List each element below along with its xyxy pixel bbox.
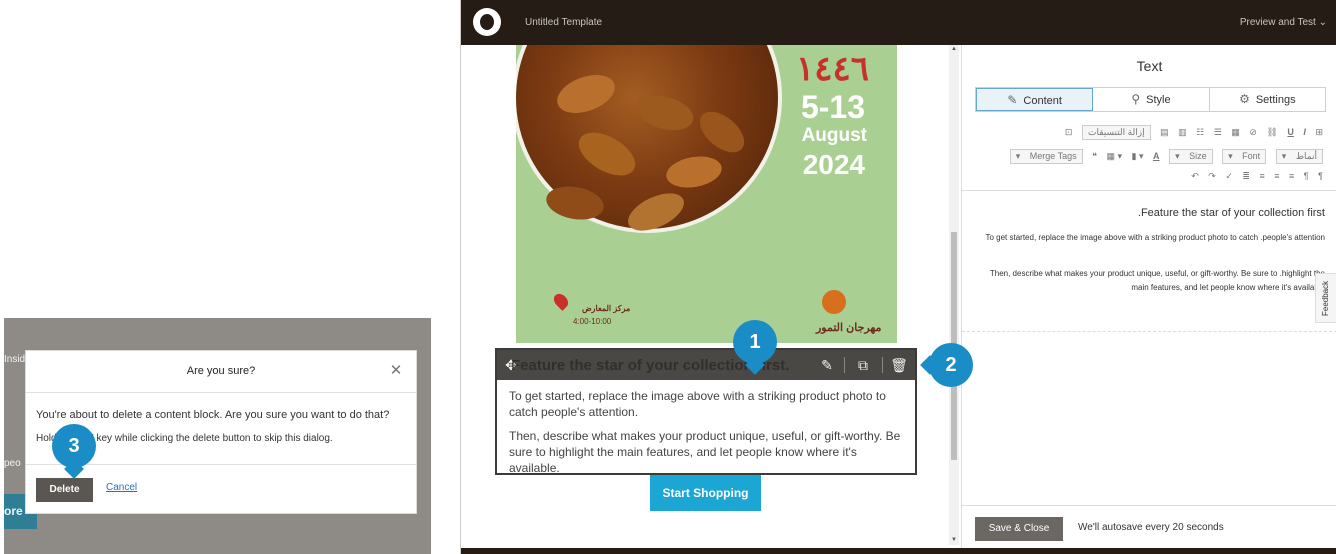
ltr-icon[interactable]: ¶ — [1318, 171, 1323, 181]
align-justify-icon[interactable]: ≣ — [1242, 171, 1250, 182]
close-icon[interactable]: ✕ — [386, 361, 406, 381]
rte-toolbar-row-1: ⊡ إزالة التنسيقات ▤ ▥ ☷ ☰ ▦ ⊘ ⛓ U I ⊞ — [1058, 125, 1323, 140]
code-icon[interactable]: ⊡ — [1065, 127, 1073, 138]
autosave-note: We'll autosave every 20 seconds — [1078, 522, 1224, 533]
align-left-icon[interactable]: ≡ — [1289, 171, 1294, 181]
template-title[interactable]: Untitled Template — [525, 17, 602, 28]
spellcheck-icon[interactable]: ✓ — [1225, 171, 1233, 182]
save-close-button[interactable]: Save & Close — [975, 517, 1063, 541]
block-paragraph-2: Then, describe what makes your product u… — [509, 429, 901, 475]
festival-logo-icon — [822, 290, 846, 314]
poster-festival-name: مهرجان التمور — [816, 322, 882, 334]
callout-marker-1: 1 — [733, 320, 777, 375]
redo-icon[interactable]: ↷ — [1208, 171, 1216, 182]
poster-hours: 4:00-10:00 — [573, 317, 612, 326]
scroll-up-arrow-icon[interactable]: ▲ — [951, 46, 957, 52]
align-right-icon[interactable]: ≡ — [1259, 171, 1264, 181]
duplicate-icon[interactable]: ⧉ — [853, 355, 873, 375]
mailchimp-logo-icon[interactable] — [473, 8, 501, 36]
link-icon[interactable]: ⛓ — [1266, 127, 1277, 138]
size-dropdown[interactable]: ▾ Size — [1169, 149, 1213, 164]
text-settings-panel: Text ✎ Content ⚲ Style ⚙ Settings ⊡ إزالة ا… — [961, 45, 1336, 554]
brush-icon: ⚲ — [1131, 92, 1141, 106]
clear-formatting-button[interactable]: إزالة التنسيقات — [1081, 125, 1151, 140]
numbered-list-icon[interactable]: ☰ — [1214, 127, 1222, 138]
chevron-down-icon: ⌄ — [1318, 17, 1327, 28]
merge-tags-dropdown[interactable]: ▾ Merge Tags — [1009, 149, 1083, 164]
poster-year: 2024 — [802, 149, 865, 180]
poster-image[interactable]: ١٤٤٦ 5-13 August 2024 مركز المعارض 4:00-… — [516, 45, 897, 343]
email-canvas: ١٤٤٦ 5-13 August 2024 مركز المعارض 4:00-… — [461, 45, 961, 554]
table-icon[interactable]: ▦ ▾ — [1107, 151, 1123, 162]
unlink-icon[interactable]: ⊘ — [1249, 127, 1257, 138]
rte-paragraph-2[interactable]: Then, describe what makes your product u… — [985, 267, 1325, 295]
rte-toolbar-row-3: ↶ ↷ ✓ ≣ ≡ ≡ ≡ ¶ ¶ — [1184, 171, 1323, 182]
background-color-icon[interactable]: ▮ ▾ — [1132, 151, 1144, 162]
feedback-tab[interactable]: Feedback — [1315, 273, 1336, 323]
screenshot-root: Inside peo ore Are you sure? ✕ You're ab… — [0, 0, 1336, 554]
dialog-title: Are you sure? — [186, 365, 256, 377]
panel-tabs: ✎ Content ⚲ Style ⚙ Settings — [975, 87, 1326, 112]
undo-icon[interactable]: ↶ — [1191, 171, 1199, 182]
background-text: peo — [4, 458, 21, 469]
rte-heading[interactable]: .Feature the star of your collection fir… — [985, 207, 1325, 219]
font-dropdown[interactable]: ▾ Font — [1222, 149, 1267, 164]
callout-marker-3: 3 — [52, 424, 96, 479]
location-pin-icon — [551, 291, 571, 311]
cancel-link[interactable]: Cancel — [106, 482, 137, 493]
text-content-block[interactable]: ✥ ✎ ⧉ 🗑 Feature the star of your collect… — [495, 348, 917, 475]
editor-topbar: Untitled Template Preview and Test ⌄ — [461, 0, 1336, 45]
align-center-icon[interactable]: ≡ — [1274, 171, 1279, 181]
scroll-down-arrow-icon[interactable]: ▼ — [951, 537, 957, 543]
poster-hijri-year: ١٤٤٦ — [795, 50, 869, 88]
image-icon[interactable]: ▦ — [1231, 127, 1240, 138]
pencil-icon[interactable]: ✎ — [817, 355, 837, 375]
list-icon[interactable]: ☷ — [1196, 127, 1204, 138]
rtl-icon[interactable]: ¶ — [1304, 171, 1309, 181]
poster-month: August — [801, 125, 867, 146]
text-color-icon[interactable]: A — [1153, 151, 1160, 161]
dialog-message: You're about to delete a content block. … — [36, 409, 390, 421]
paste-text-icon[interactable]: ▥ — [1178, 127, 1187, 138]
edit-icon: ✎ — [1007, 93, 1018, 107]
tab-content[interactable]: ✎ Content — [976, 88, 1094, 111]
callout-marker-2: 2 — [920, 343, 973, 387]
tab-settings[interactable]: ⚙ Settings — [1210, 88, 1325, 111]
delete-button[interactable]: Delete — [36, 478, 93, 502]
underline-icon[interactable]: U — [1287, 127, 1294, 137]
preview-label: Preview and Test — [1239, 17, 1316, 28]
panel-title: Text — [1136, 58, 1163, 74]
preview-and-test-menu[interactable]: Preview and Test ⌄ — [1240, 17, 1327, 28]
dates-photo — [516, 45, 782, 239]
paste-icon[interactable]: ▤ — [1160, 127, 1169, 138]
quote-icon[interactable]: ❝ — [1092, 151, 1097, 162]
tab-style[interactable]: ⚲ Style — [1093, 88, 1210, 111]
special-char-icon[interactable]: ⊞ — [1315, 127, 1323, 138]
italic-icon[interactable]: I — [1303, 127, 1306, 137]
block-paragraph-1: To get started, replace the image above … — [509, 389, 886, 419]
poster-days: 5-13 — [800, 89, 865, 125]
format-dropdown[interactable]: ▾ أنماط — [1275, 149, 1323, 164]
email-editor: Untitled Template Preview and Test ⌄ ١٤٤… — [460, 0, 1336, 554]
start-shopping-button[interactable]: Start Shopping — [650, 475, 761, 511]
poster-location: مركز المعارض — [582, 304, 631, 313]
rte-paragraph-1[interactable]: To get started, replace the image above … — [985, 231, 1325, 245]
rte-toolbar-row-2: ▾ Merge Tags ❝ ▦ ▾ ▮ ▾ A ▾ Size ▾ Font ▾… — [1003, 149, 1323, 164]
trash-icon[interactable]: 🗑 — [889, 355, 909, 375]
gear-icon: ⚙ — [1239, 92, 1250, 106]
dialog-header: Are you sure? ✕ — [26, 351, 416, 393]
